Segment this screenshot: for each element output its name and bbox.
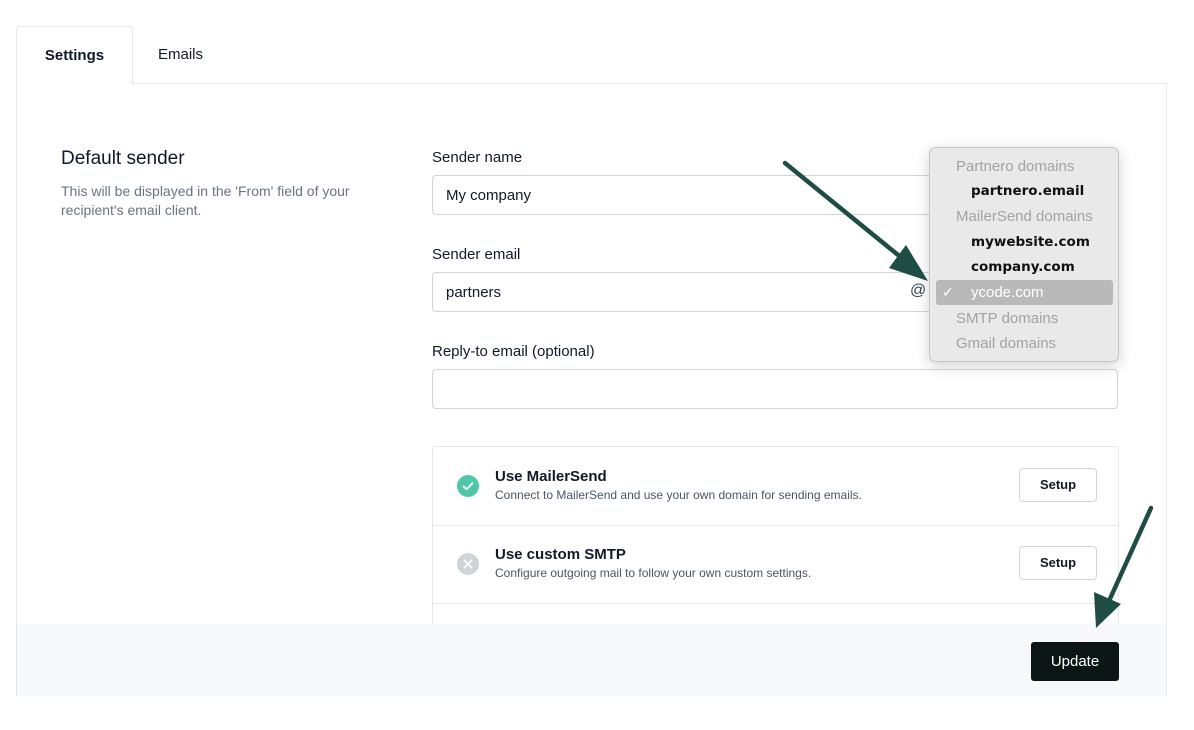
- dropdown-option-mywebsite[interactable]: mywebsite.com: [930, 230, 1118, 255]
- service-title: Use custom SMTP: [495, 546, 626, 563]
- dropdown-group-smtp: SMTP domains: [956, 310, 1059, 327]
- domain-dropdown-menu[interactable]: Partnero domains partnero.email MailerSe…: [929, 147, 1119, 362]
- service-title: Use MailerSend: [495, 468, 607, 485]
- checkmark-icon: ✓: [942, 284, 954, 300]
- service-description: Connect to MailerSend and use your own d…: [495, 488, 862, 502]
- dropdown-option-partnero-email[interactable]: partnero.email: [930, 179, 1118, 204]
- tab-settings[interactable]: Settings: [16, 26, 133, 85]
- tab-emails[interactable]: Emails: [158, 26, 228, 83]
- dropdown-option-ycode-selected[interactable]: ✓ ycode.com: [936, 280, 1113, 305]
- sender-name-label: Sender name: [432, 149, 523, 166]
- dropdown-option-label: ycode.com: [971, 284, 1044, 301]
- section-description: This will be displayed in the 'From' fie…: [61, 183, 350, 218]
- check-circle-icon: [457, 475, 479, 497]
- dropdown-option-company[interactable]: company.com: [930, 255, 1118, 280]
- service-row-mailersend: Use MailerSend Connect to MailerSend and…: [433, 447, 1118, 526]
- dropdown-group-partnero: Partnero domains: [956, 158, 1075, 175]
- at-sign: @: [910, 282, 927, 299]
- service-description: Configure outgoing mail to follow your o…: [495, 566, 812, 580]
- update-button[interactable]: Update: [1031, 642, 1119, 681]
- service-row-smtp: Use custom SMTP Configure outgoing mail …: [433, 525, 1118, 604]
- dropdown-group-mailersend: MailerSend domains: [956, 208, 1093, 225]
- mailersend-setup-button[interactable]: Setup: [1019, 468, 1097, 502]
- dropdown-group-gmail: Gmail domains: [956, 335, 1057, 352]
- smtp-setup-button[interactable]: Setup: [1019, 546, 1097, 580]
- reply-to-label: Reply-to email (optional): [432, 343, 595, 360]
- section-title: Default sender: [61, 148, 185, 169]
- form-footer: Update: [17, 624, 1166, 696]
- sender-email-label: Sender email: [432, 246, 521, 263]
- x-circle-icon: [457, 553, 479, 575]
- reply-to-input[interactable]: [432, 369, 1118, 409]
